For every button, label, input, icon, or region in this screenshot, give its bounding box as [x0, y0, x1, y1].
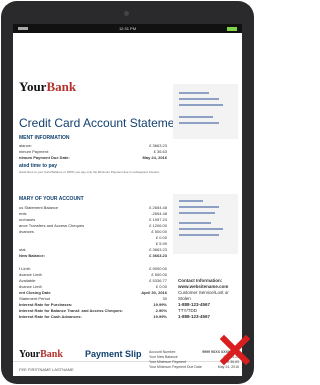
table-row: Interest Rate for Balance Transf. and Ac…: [19, 308, 167, 313]
table-row: dvance Limit: £ 0.00: [19, 284, 167, 289]
table-row: Available: £ 5336.77: [19, 278, 167, 283]
list-item: Your Minimum Payment Due Date May 24, 201…: [149, 365, 239, 369]
table-row: Interest Rate for Purchases: 19.99%: [19, 302, 167, 307]
summary-heading: MARY OF YOUR ACCOUNT: [19, 196, 84, 202]
table-row: £ 0.00: [155, 235, 167, 240]
late-payment-note: stand lines to your Card Balance or 180%…: [19, 170, 160, 174]
table-row: us Statement Balance £ 2654.48: [19, 205, 167, 210]
payment-info-heading: MENT INFORMATION: [19, 135, 70, 141]
late-payment-heading: ated time to pay: [19, 163, 58, 169]
camera-icon: [124, 11, 129, 16]
status-bar: 12:31 PM: [13, 24, 242, 33]
status-time: 12:31 PM: [118, 26, 137, 31]
table-row: ance Transfers and Access Cheques £ 1206.…: [19, 223, 167, 228]
table-row: ent Closing Date April 30, 2016: [19, 290, 167, 295]
address-block: [173, 84, 238, 139]
list-item: nimum Payment Due Date: May 24, 2016: [19, 155, 167, 160]
bank-logo: YourBank: [19, 79, 77, 94]
contact-service: Customer Service/Lost or Stolen: [178, 290, 229, 301]
tablet-frame: 12:31 PM YourBank Credit Card Account St…: [1, 1, 254, 384]
contact-phone: 1-888-123-4567: [178, 314, 211, 319]
screen: 12:31 PM YourBank Credit Card Account St…: [13, 24, 242, 376]
table-row: t Limit: £ 9000.00: [19, 266, 167, 271]
contact-info: Contact Information: www.websitename.com…: [178, 278, 242, 320]
list-item: nimum Payment: £ 36.63: [19, 149, 167, 154]
table-row: Statement Period 30: [19, 296, 167, 301]
bank-logo: YourBank: [19, 349, 63, 360]
table-row: dvance Limit: £ 500.00: [19, 272, 167, 277]
table-row: otal £ 3663.23: [19, 247, 167, 252]
list-item: alance: £ 3663.23: [19, 143, 167, 148]
address-block: [173, 194, 238, 254]
table-row: dvances £ 500.00: [19, 229, 167, 234]
cardholder-name: FEE FIRSTNAME LASTNAME: [19, 367, 74, 372]
battery-icon: [227, 27, 237, 31]
table-row: £ 5.99: [155, 241, 167, 246]
payment-slip-title: Payment Slip: [85, 349, 142, 359]
table-row: New Balance: £ 3663.23: [19, 253, 167, 258]
close-icon[interactable]: [220, 335, 250, 365]
table-row: Interest Rate for Cash Advances: 19.99%: [19, 314, 167, 319]
page-title: Credit Card Account Statement: [19, 116, 185, 130]
table-row: ents -2654.48: [19, 211, 167, 216]
table-row: urchases £ 1957.24: [19, 217, 167, 222]
